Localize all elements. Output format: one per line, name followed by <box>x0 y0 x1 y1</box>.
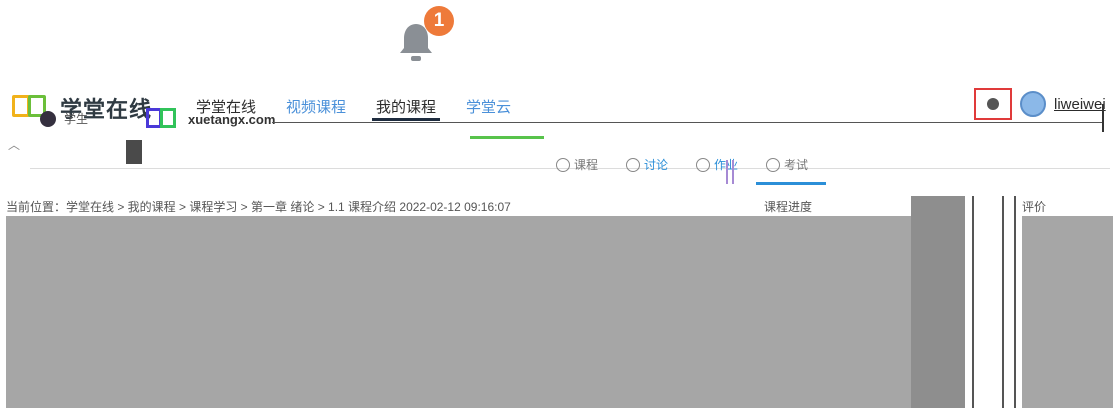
tab-course-label: 课程 <box>574 158 599 172</box>
search-icon <box>987 98 999 110</box>
nav-item-video-courses[interactable]: 视频课程 <box>286 96 346 117</box>
user-divider <box>1102 104 1104 132</box>
right-panel <box>1022 216 1113 408</box>
progress-indicator <box>470 136 544 139</box>
nav-item-my-courses[interactable]: 我的课程 <box>372 96 441 121</box>
search-button[interactable] <box>974 88 1012 120</box>
panel-divider <box>972 196 974 408</box>
video-player-area[interactable] <box>6 216 911 408</box>
nav-active-bar <box>372 118 441 121</box>
discussion-icon <box>626 157 641 172</box>
course-icon <box>556 157 570 172</box>
avatar[interactable] <box>1020 91 1046 117</box>
tab-exam[interactable]: 考试 <box>766 156 808 173</box>
tab-course[interactable]: 课程 <box>556 156 598 173</box>
review-label[interactable]: 评价 <box>1022 198 1046 215</box>
panel-divider <box>1002 196 1004 408</box>
panel-divider <box>1014 196 1016 408</box>
role-dot-icon <box>40 110 56 127</box>
scroll-up-icon[interactable]: ▲ <box>656 198 666 201</box>
notification-bell[interactable]: 1 <box>396 6 458 66</box>
tab-exam-label: 考试 <box>784 158 809 172</box>
collapse-chevron-icon[interactable]: ︿ <box>8 136 20 153</box>
nav-item-my-courses-label: 我的课程 <box>376 99 437 116</box>
side-panel <box>911 196 965 408</box>
tab-active-underline <box>756 182 826 185</box>
role-label: 学生 <box>64 112 89 126</box>
role-indicator: 学生 <box>40 110 88 127</box>
xuetangx-mark-icon <box>146 108 182 130</box>
username-link[interactable]: liweiwei <box>1054 96 1106 113</box>
exam-icon <box>766 157 781 172</box>
nav-item-cloud[interactable]: 学堂云 <box>466 96 511 117</box>
nav-item-home[interactable]: 学堂在线 <box>196 96 256 117</box>
breadcrumb-text: 当前位置：学堂在线 > 我的课程 > 课程学习 > 第一章 绪论 > 1.1 课… <box>6 200 511 214</box>
breadcrumb: 当前位置：学堂在线 > 我的课程 > 课程学习 > 第一章 绪论 > 1.1 课… <box>6 198 666 216</box>
homework-icon <box>696 157 711 172</box>
course-progress-label[interactable]: 课程进度 <box>764 198 812 215</box>
divider-marks <box>726 160 734 184</box>
tab-discussion[interactable]: 讨论 <box>626 156 668 173</box>
tab-discussion-label: 讨论 <box>644 158 669 172</box>
course-tabs: 课程 讨论 作业 考试 <box>556 156 808 173</box>
user-area: liweiwei <box>974 88 1106 132</box>
sidebar-toggle[interactable] <box>126 140 142 164</box>
header-divider <box>272 122 1102 123</box>
main-nav: 学堂在线 视频课程 我的课程 学堂云 <box>196 96 511 121</box>
notification-badge: 1 <box>424 6 454 36</box>
course-toolbar: ︿ 课程 讨论 作业 考试 <box>0 134 1113 190</box>
